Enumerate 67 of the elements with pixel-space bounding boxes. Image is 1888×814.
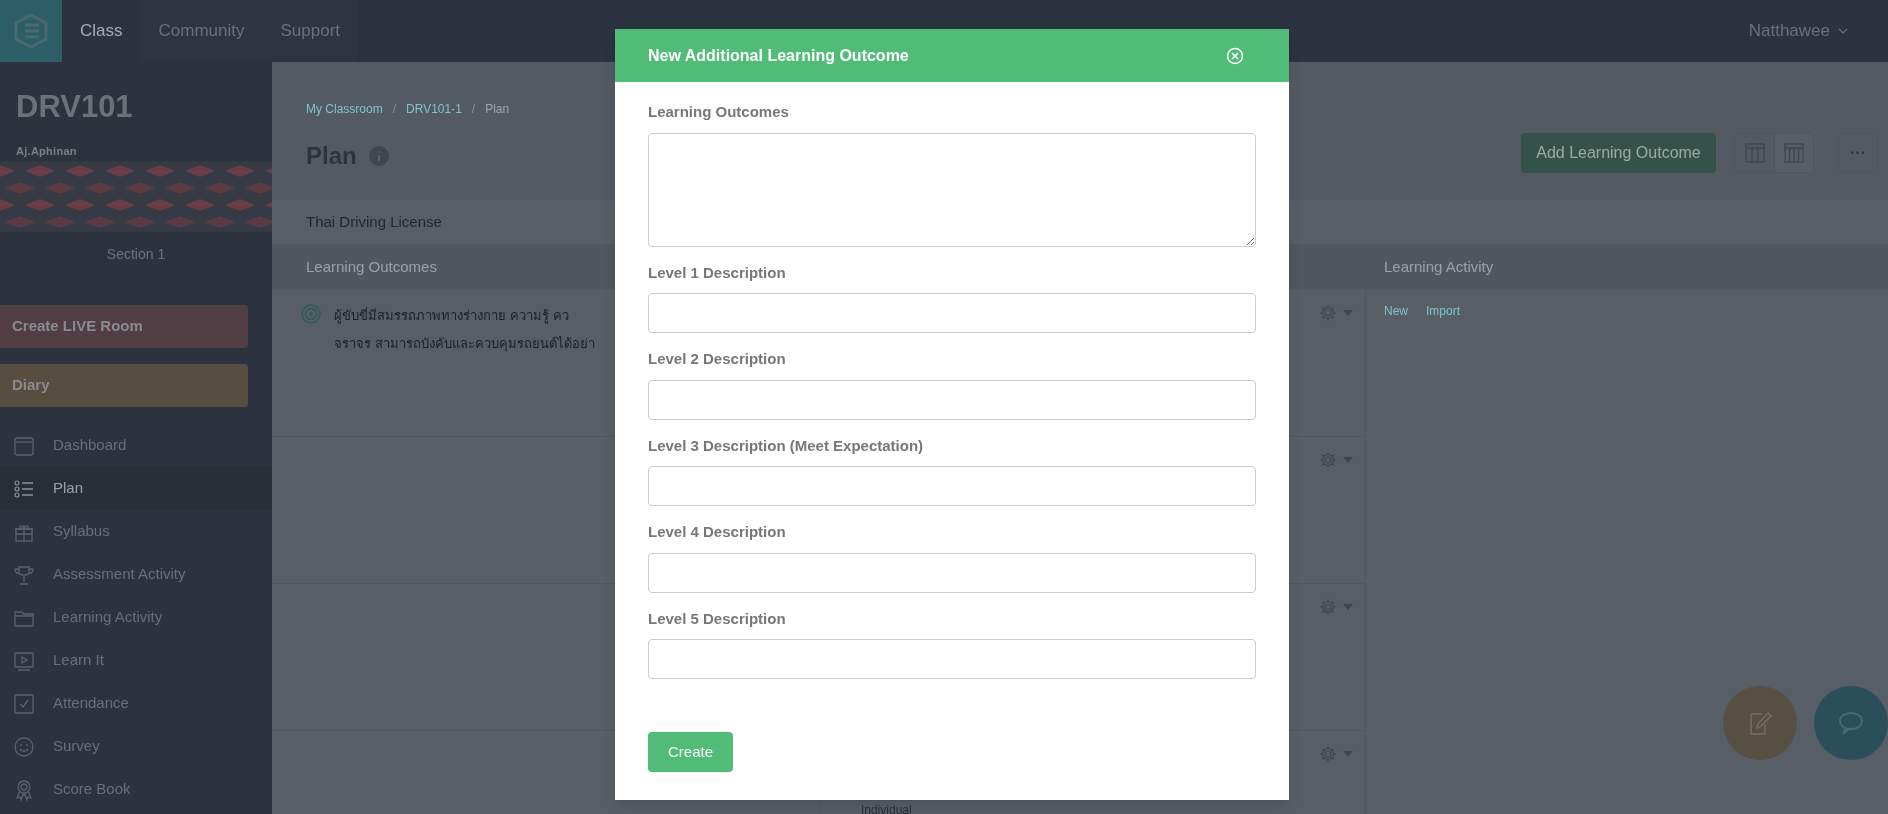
- column-header: Learning Activity: [1384, 257, 1494, 278]
- logo-icon[interactable]: [13, 13, 49, 49]
- calendar-icon: [13, 434, 35, 457]
- course-code: DRV101: [16, 88, 133, 126]
- field-label: Level 1 Description: [648, 262, 787, 283]
- user-name[interactable]: Natthawee: [1748, 18, 1830, 44]
- chevron-down-icon[interactable]: [1838, 27, 1848, 35]
- close-button[interactable]: [1226, 46, 1244, 65]
- activity-link[interactable]: Import: [1426, 302, 1461, 320]
- sidebar-item[interactable]: Attendance: [0, 682, 272, 725]
- target-icon: [300, 303, 322, 325]
- add-outcome-button[interactable]: Add Learning Outcome: [1521, 133, 1716, 173]
- sidebar-item[interactable]: Learn It: [0, 639, 272, 682]
- video-icon: [13, 649, 35, 672]
- speech-bubble-icon: [1838, 711, 1864, 735]
- create-button[interactable]: Create: [648, 732, 734, 772]
- sidebar-button[interactable]: Diary: [0, 364, 248, 407]
- outcome-text: จราจร สามารถบังคับและควบคุมรถยนต์ได้อย่า: [334, 335, 596, 354]
- field-label: Level 3 Description (Meet Expectation): [648, 435, 925, 456]
- trophy-icon: [13, 563, 35, 586]
- input-field[interactable]: [648, 552, 1256, 593]
- breadcrumb-current: Plan: [485, 101, 510, 118]
- settings-icon: [1319, 304, 1337, 322]
- activity-link[interactable]: New: [1384, 302, 1408, 320]
- input-field[interactable]: [648, 639, 1256, 679]
- input-field[interactable]: [648, 293, 1256, 333]
- field-label: Level 2 Description: [648, 349, 787, 369]
- input-field[interactable]: [648, 466, 1256, 506]
- modal-title: New Additional Learning Outcome: [648, 45, 909, 66]
- columns-icon: [1784, 143, 1804, 163]
- breadcrumb-link[interactable]: My Classroom: [306, 100, 383, 118]
- outcome-textarea[interactable]: [648, 132, 1256, 247]
- caret-icon: [1343, 310, 1353, 316]
- field-label: Level 5 Description: [648, 608, 787, 629]
- settings-icon: [1319, 598, 1337, 616]
- sidebar-item[interactable]: Plan: [0, 467, 272, 510]
- caret-icon: [1343, 457, 1353, 463]
- field-label: Level 4 Description: [648, 522, 787, 542]
- more-button[interactable]: ···: [1838, 133, 1878, 173]
- section-label: Section 1: [106, 244, 166, 264]
- sidebar-item[interactable]: Syllabus: [0, 510, 272, 553]
- sidebar-item[interactable]: Learning Activity: [0, 596, 272, 639]
- field-label: Learning Outcomes: [648, 102, 790, 122]
- settings-icon: [1319, 451, 1337, 469]
- breadcrumb-separator: /: [471, 101, 476, 118]
- teacher-name: Aj.Aphinan: [16, 143, 77, 159]
- info-icon[interactable]: [368, 146, 389, 166]
- settings-icon: [1319, 745, 1337, 763]
- outcome-text: ผู้ขับขี่มีสมรรถภาพทางร่างกาย ความรู้ คว: [334, 306, 570, 326]
- list-icon: [13, 477, 35, 500]
- breadcrumb-separator: /: [392, 101, 397, 118]
- sidebar-item[interactable]: Dashboard: [0, 424, 272, 467]
- caret-icon: [1343, 751, 1353, 757]
- smiley-icon: [13, 735, 35, 758]
- caret-icon: [1343, 604, 1353, 610]
- award-icon: [13, 778, 35, 801]
- sidebar-button[interactable]: Create LIVE Room: [0, 305, 248, 348]
- sidebar-item[interactable]: Survey: [0, 725, 272, 768]
- close-icon: [1226, 46, 1244, 65]
- breadcrumb-link[interactable]: DRV101-1: [406, 100, 462, 118]
- column-header: Learning Outcomes: [306, 257, 437, 278]
- sidebar-item[interactable]: Assessment Activity: [0, 553, 272, 596]
- grid-view-button[interactable]: [1774, 134, 1813, 172]
- checkbox-icon: [13, 692, 35, 715]
- sidebar-item[interactable]: Score Book: [0, 768, 272, 811]
- input-field[interactable]: [648, 379, 1256, 420]
- notepad-pencil-icon: [1747, 710, 1773, 736]
